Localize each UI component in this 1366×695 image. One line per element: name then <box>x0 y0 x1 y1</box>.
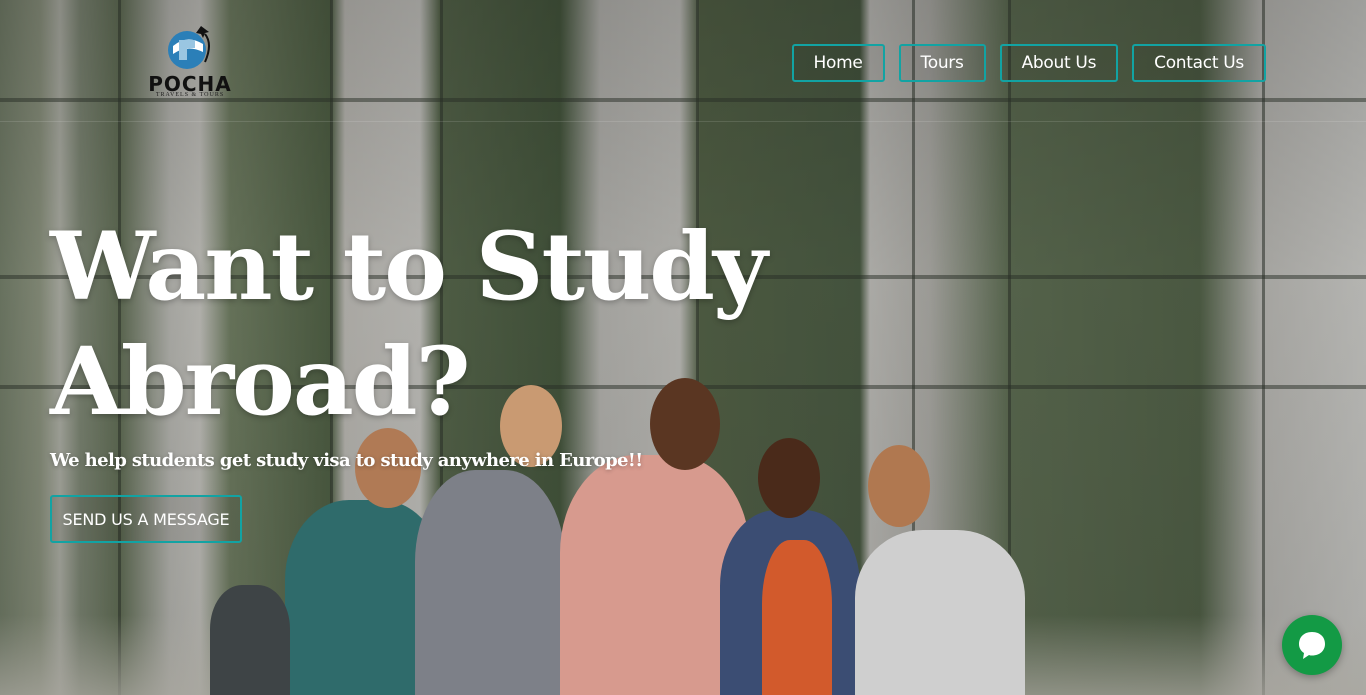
main-nav: Home Tours About Us Contact Us <box>791 44 1266 82</box>
logo-tagline: TRAVELS & TOURS <box>155 92 225 98</box>
globe-plane-icon <box>168 26 210 69</box>
chat-bubble-icon <box>1299 632 1325 659</box>
nav-tours[interactable]: Tours <box>898 44 986 82</box>
site-header: POCHA TRAVELS & TOURS Home Tours About U… <box>0 0 1366 122</box>
send-message-button[interactable]: SEND US A MESSAGE <box>50 495 242 543</box>
nav-home[interactable]: Home <box>791 44 885 82</box>
nav-about-us[interactable]: About Us <box>999 44 1119 82</box>
hero-subheadline: We help students get study visa to study… <box>50 450 643 471</box>
hero-headline: Want to Study Abroad? <box>50 212 768 437</box>
site-logo[interactable]: POCHA TRAVELS & TOURS <box>148 22 232 100</box>
chat-widget-button[interactable] <box>1282 615 1342 675</box>
nav-contact-us[interactable]: Contact Us <box>1132 44 1266 82</box>
